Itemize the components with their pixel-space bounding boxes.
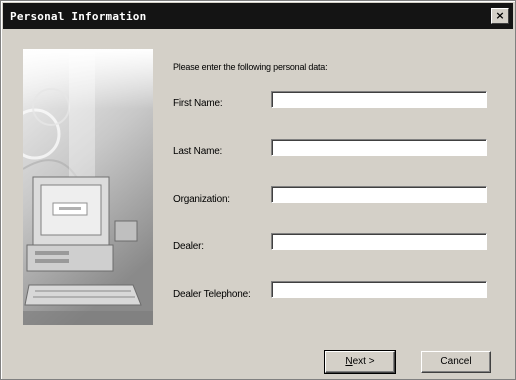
last-name-label: Last Name: [173, 146, 223, 157]
dealer-telephone-label: Dealer Telephone: [173, 289, 251, 300]
instruction-text: Please enter the following personal data… [173, 62, 328, 72]
next-label: ext > [352, 356, 375, 367]
personal-information-dialog: Personal Information × Please enter the … [0, 0, 516, 380]
cancel-button[interactable]: Cancel [421, 351, 491, 373]
dealer-label: Dealer: [173, 241, 204, 252]
last-name-field[interactable] [271, 139, 487, 156]
next-button[interactable]: Next > [324, 350, 396, 374]
first-name-label: First Name: [173, 98, 223, 109]
computer-icon [23, 49, 153, 325]
next-mnemonic: N [345, 356, 353, 367]
organization-field[interactable] [271, 186, 487, 203]
window-title: Personal Information [10, 9, 147, 23]
title-bar[interactable]: Personal Information × [3, 3, 513, 29]
wizard-illustration [23, 49, 153, 325]
dealer-telephone-field[interactable] [271, 281, 487, 298]
organization-label: Organization: [173, 194, 230, 205]
first-name-field[interactable] [271, 91, 487, 108]
dealer-field[interactable] [271, 233, 487, 250]
close-icon[interactable]: × [491, 8, 509, 24]
